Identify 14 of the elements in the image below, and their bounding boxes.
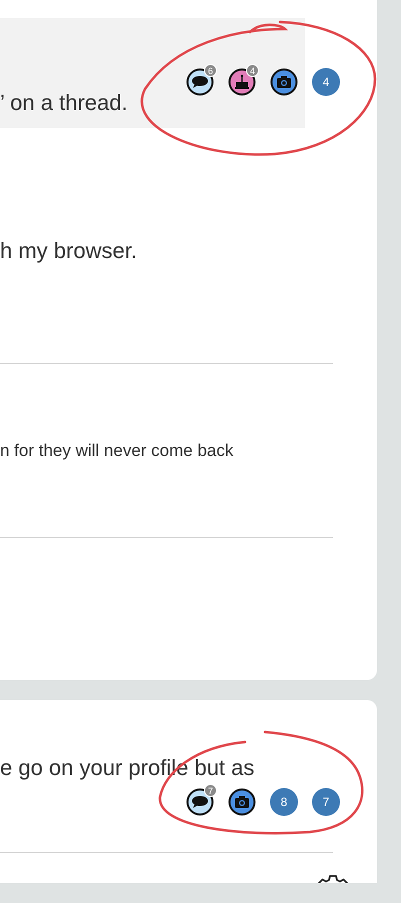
count-badge: 7 — [312, 788, 340, 816]
speech-bubble-icon[interactable] — [186, 68, 214, 96]
post-text: n for they will never come back — [0, 440, 234, 462]
cake-icon[interactable] — [228, 68, 256, 96]
count-badge: 7 — [204, 784, 217, 797]
camera-icon[interactable] — [228, 788, 256, 816]
speech-bubble-icon[interactable] — [186, 788, 214, 816]
count-badge: 4 — [246, 64, 259, 77]
camera-icon[interactable] — [270, 68, 298, 96]
post-text: h my browser. — [0, 238, 138, 264]
count-badge: 4 — [312, 68, 340, 96]
count-badge: 6 — [204, 64, 217, 77]
count-badge: 8 — [270, 788, 298, 816]
post-text: ’ on a thread. — [0, 90, 128, 116]
